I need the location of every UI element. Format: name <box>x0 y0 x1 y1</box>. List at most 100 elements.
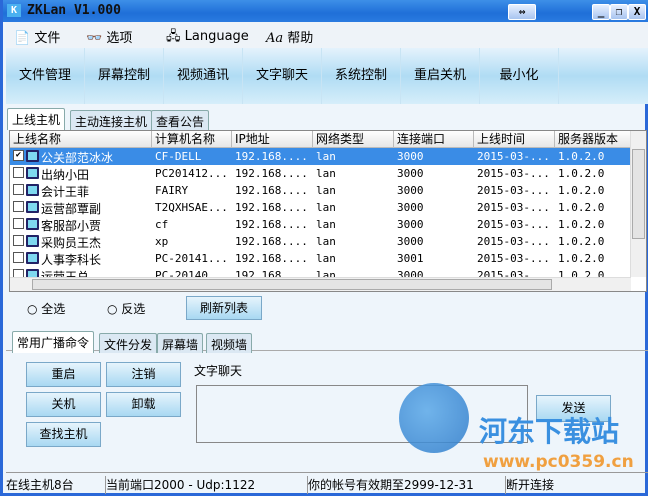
col-online-time[interactable]: 上线时间 <box>474 131 555 148</box>
close-button[interactable]: X <box>628 4 646 20</box>
watermark-url: www.pc0359.cn <box>483 452 634 472</box>
cell-version: 1.0.2.0 <box>558 150 605 163</box>
status-port: 当前端口2000 - Udp:1122 <box>106 476 308 494</box>
table-row[interactable]: 人事李科长 PC-20141... 192.168.... lan 3001 2015-0… <box>10 250 631 267</box>
cell-port: 3000 <box>397 235 424 248</box>
cell-name: 采购员王杰 <box>41 236 102 250</box>
tab-online-hosts[interactable]: 上线主机 <box>7 108 66 130</box>
toolbar-file-manage[interactable]: 文件管理 <box>6 48 85 104</box>
restore-button[interactable]: ❐ <box>610 4 628 20</box>
minimize-button[interactable]: _ <box>592 4 610 20</box>
refresh-list-button[interactable]: 刷新列表 <box>186 296 262 320</box>
status-disconnect[interactable]: 断开连接 <box>506 476 648 494</box>
toolbar-minimize[interactable]: 最小化 <box>480 48 559 104</box>
cell-name: 运营部覃副 <box>41 202 102 216</box>
cell-time: 2015-03-... <box>477 201 550 214</box>
cell-port: 3000 <box>397 150 424 163</box>
uninstall-button[interactable]: 卸载 <box>106 392 181 417</box>
cell-version: 1.0.2.0 <box>558 252 605 265</box>
radio-invert[interactable]: ○ 反选 <box>107 300 145 317</box>
cell-version: 1.0.2.0 <box>558 167 605 180</box>
toolbar: 文件管理 屏幕控制 视频通讯 文字聊天 系统控制 重启关机 最小化 <box>6 48 648 104</box>
cell-port: 3001 <box>397 252 424 265</box>
row-checkbox[interactable]: ✔ <box>13 150 24 161</box>
tab-broadcast-commands[interactable]: 常用广播命令 <box>12 331 95 353</box>
horizontal-scrollbar[interactable] <box>10 277 631 291</box>
find-host-button[interactable]: 查找主机 <box>26 422 101 447</box>
tab-active-connect[interactable]: 主动连接主机 <box>70 110 153 130</box>
toolbar-restart-shutdown[interactable]: 重启关机 <box>401 48 480 104</box>
cell-ip: 192.168.... <box>235 184 308 197</box>
radio-select-all[interactable]: ○ 全选 <box>27 300 65 317</box>
vertical-scrollbar[interactable] <box>630 131 646 277</box>
tab-screen-wall[interactable]: 屏幕墙 <box>157 333 204 353</box>
col-port[interactable]: 连接端口 <box>394 131 474 148</box>
cell-time: 2015-03-... <box>477 184 550 197</box>
toolbar-video[interactable]: 视频通讯 <box>164 48 243 104</box>
cell-network: lan <box>316 201 336 214</box>
cell-port: 3000 <box>397 201 424 214</box>
computer-icon <box>26 167 39 179</box>
table-row[interactable]: 出纳小田 PC201412... 192.168.... lan 3000 2015-03… <box>10 165 631 182</box>
toolbar-text-chat[interactable]: 文字聊天 <box>243 48 322 104</box>
shutdown-button[interactable]: 关机 <box>26 392 101 417</box>
col-computer-name[interactable]: 计算机名称 <box>152 131 232 148</box>
menu-bar: 📄 文件 👓 选项 🖧 Language Aa 帮助 <box>6 22 648 48</box>
cell-network: lan <box>316 150 336 163</box>
cell-version: 1.0.2.0 <box>558 218 605 231</box>
computer-icon <box>26 150 39 162</box>
table-row[interactable]: 会计王菲 FAIRY 192.168.... lan 3000 2015-03-... 1.… <box>10 182 631 199</box>
table-row[interactable]: ✔ 公关部范冰冰 CF-DELL 192.168.... lan 3000 2015-03-… <box>10 148 631 165</box>
cell-version: 1.0.2.0 <box>558 235 605 248</box>
swap-icon[interactable]: ⇔ <box>508 4 536 20</box>
col-server-version[interactable]: 服务器版本 <box>555 131 631 148</box>
toolbar-system-control[interactable]: 系统控制 <box>322 48 401 104</box>
row-checkbox[interactable] <box>13 201 24 212</box>
cell-computer: FAIRY <box>155 184 189 197</box>
app-window: K ZKLan V1.000 ⇔ _ ❐ X 📄 文件 👓 选项 🖧 Langu… <box>0 0 648 496</box>
watermark-logo-icon <box>399 383 469 453</box>
cell-computer: PC-20141... <box>155 252 228 265</box>
menu-language[interactable]: 🖧 Language <box>166 27 249 49</box>
cell-ip: 192.168.... <box>235 201 308 214</box>
table-row[interactable]: 客服部小贾 cf 192.168.... lan 3000 2015-03-... 1.0.… <box>10 216 631 233</box>
menu-file[interactable]: 📄 文件 <box>14 27 60 46</box>
host-list[interactable]: 上线名称 计算机名称 IP地址 网络类型 连接端口 上线时间 服务器版本 ✔ 公关… <box>9 130 647 292</box>
row-checkbox[interactable] <box>13 252 24 263</box>
cell-time: 2015-03-... <box>477 167 550 180</box>
status-account-expiry: 你的帐号有效期至2999-12-31 <box>308 476 506 494</box>
tab-file-distribute[interactable]: 文件分发 <box>99 333 158 353</box>
table-row[interactable]: 采购员王杰 xp 192.168.... lan 3000 2015-03-... 1.0.… <box>10 233 631 250</box>
cell-name: 公关部范冰冰 <box>41 151 114 165</box>
menu-help[interactable]: Aa 帮助 <box>266 27 313 46</box>
row-checkbox[interactable] <box>13 167 24 178</box>
computer-icon <box>26 184 39 196</box>
status-online-count: 在线主机8台 <box>6 476 106 494</box>
logout-button[interactable]: 注销 <box>106 362 181 387</box>
cell-time: 2015-03-... <box>477 218 550 231</box>
tab-video-wall[interactable]: 视频墙 <box>206 333 253 353</box>
app-logo-icon: K <box>7 4 21 17</box>
cell-port: 3000 <box>397 167 424 180</box>
menu-options[interactable]: 👓 选项 <box>86 27 132 46</box>
computer-icon <box>26 252 39 264</box>
cell-time: 2015-03-... <box>477 252 550 265</box>
tab-announcement[interactable]: 查看公告 <box>151 110 210 130</box>
col-network-type[interactable]: 网络类型 <box>313 131 394 148</box>
cell-name: 客服部小贾 <box>41 219 102 233</box>
table-row[interactable]: 运营部覃副 T2QXHSAE... 192.168.... lan 3000 2015-0… <box>10 199 631 216</box>
col-ip[interactable]: IP地址 <box>232 131 313 148</box>
cell-version: 1.0.2.0 <box>558 201 605 214</box>
cell-computer: cf <box>155 218 169 231</box>
row-checkbox[interactable] <box>13 218 24 229</box>
col-online-name[interactable]: 上线名称 <box>10 131 152 148</box>
title-bar: K ZKLan V1.000 ⇔ _ ❐ X <box>3 0 648 22</box>
cell-name: 会计王菲 <box>41 185 90 199</box>
cell-computer: CF-DELL <box>155 150 202 163</box>
row-checkbox[interactable] <box>13 184 24 195</box>
cell-computer: T2QXHSAE... <box>155 201 228 214</box>
row-checkbox[interactable] <box>13 235 24 246</box>
cell-network: lan <box>316 252 336 265</box>
restart-button[interactable]: 重启 <box>26 362 101 387</box>
toolbar-screen-control[interactable]: 屏幕控制 <box>85 48 164 104</box>
